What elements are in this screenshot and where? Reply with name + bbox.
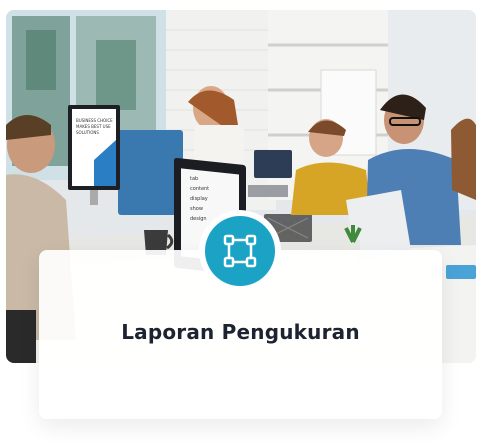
monitor-text-left-0: BUSINESS CHOICE [76,118,113,123]
monitor-text-left-2: SOLUTIONS [76,130,99,135]
monitor-text-center-0: tab [190,176,198,182]
card-icon-badge [205,216,275,286]
card-title[interactable]: Laporan Pengukuran [39,320,442,344]
vector-square-icon [223,234,257,268]
card-icon-ring [199,210,281,292]
monitor-text-center-1: content [190,186,209,192]
monitor-text-center-3: show [190,206,203,212]
service-card[interactable]: BUSINESS CHOICE MAKES BEST USE SOLUTIONS… [0,0,491,442]
monitor-text-center-2: display [190,196,208,202]
monitor-text-left-1: MAKES BEST USE [76,124,111,129]
monitor-text-center-4: design [190,216,207,222]
